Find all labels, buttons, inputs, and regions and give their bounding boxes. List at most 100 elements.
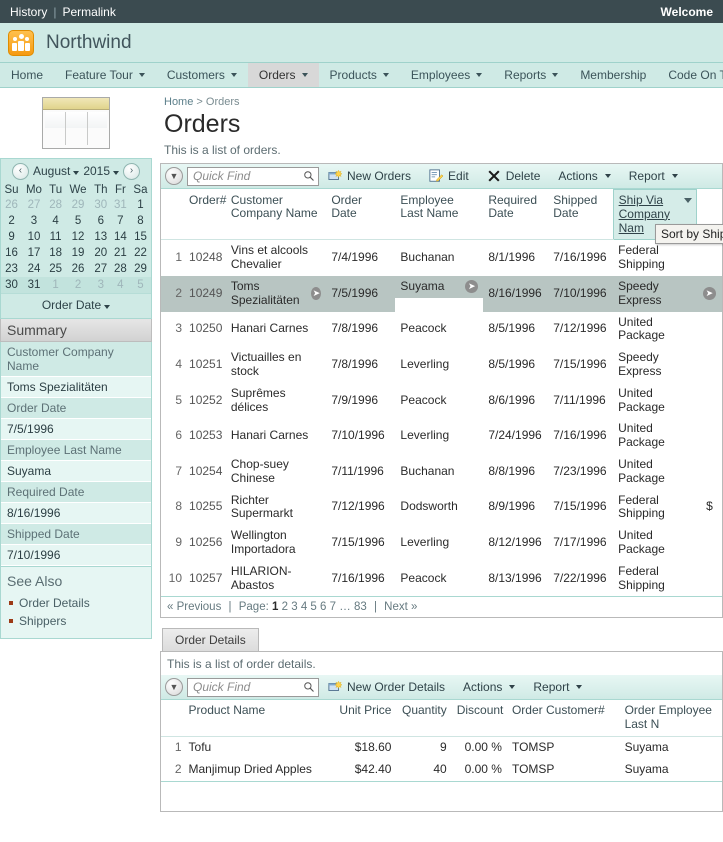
column-header-required-date[interactable]: Required Date <box>483 189 549 241</box>
calendar-day[interactable]: 31 <box>111 197 130 213</box>
table-row[interactable]: 5 10252 Suprêmes délices 7/9/1996 Peacock 8/6… <box>161 383 722 419</box>
calendar-day[interactable]: 5 <box>129 277 151 293</box>
report-menu[interactable]: Report <box>620 164 687 188</box>
nav-item-home[interactable]: Home <box>0 63 54 87</box>
pager-page-link[interactable]: 3 <box>291 601 297 613</box>
new-orders-button[interactable]: New Orders <box>319 164 420 188</box>
calendar-prev-button[interactable]: ‹ <box>11 162 29 180</box>
calendar-day[interactable]: 12 <box>65 229 90 245</box>
column-header-order-date[interactable]: Order Date <box>326 189 396 241</box>
calendar-day[interactable]: 4 <box>46 213 65 229</box>
calendar-day[interactable]: 13 <box>91 229 111 245</box>
column-header-customer-company-name[interactable]: Customer Company Name <box>225 189 327 241</box>
goto-detail-icon[interactable]: ➤ <box>702 287 716 301</box>
calendar-day[interactable]: 29 <box>130 261 151 277</box>
pager-page-link[interactable]: 4 <box>301 601 307 613</box>
calendar-day[interactable]: 18 <box>46 245 65 261</box>
goto-detail-icon[interactable]: ➤ <box>465 280 479 294</box>
chevron-down-icon[interactable] <box>684 198 693 203</box>
calendar-day[interactable]: 14 <box>111 229 130 245</box>
table-row[interactable]: 10 10257 HILARION-Abastos 7/16/1996 Peacock 8… <box>161 561 722 597</box>
calendar-day[interactable]: 9 <box>1 229 22 245</box>
detail-column-header-unit-price[interactable]: Unit Price <box>326 700 397 737</box>
table-row[interactable]: 6 10253 Hanari Carnes 7/10/1996 Leverling 7/2… <box>161 418 722 454</box>
nav-item-customers[interactable]: Customers <box>156 63 248 87</box>
delete-button[interactable]: Delete <box>478 164 550 188</box>
calendar-year-selector[interactable]: 2015 <box>83 164 120 178</box>
goto-detail-icon[interactable]: ➤ <box>311 287 322 301</box>
calendar-day[interactable]: 8 <box>130 213 151 229</box>
detail-actions-menu[interactable]: Actions <box>454 675 524 699</box>
calendar-day[interactable]: 15 <box>130 229 151 245</box>
table-row[interactable]: 9 10256 Wellington Importadora 7/15/1996 Lev… <box>161 525 722 561</box>
pager-page-link[interactable]: 83 <box>354 601 367 613</box>
calendar-day[interactable]: 24 <box>22 261 46 277</box>
calendar-day[interactable]: 20 <box>91 245 111 261</box>
detail-expand-options-button[interactable]: ▼ <box>165 678 183 697</box>
column-header-order[interactable]: Order# <box>184 189 226 241</box>
calendar-day[interactable]: 22 <box>130 245 151 261</box>
calendar-day[interactable]: 21 <box>111 245 130 261</box>
table-row[interactable]: 7 10254 Chop-suey Chinese 7/11/1996 Buchanan… <box>161 454 722 490</box>
date-filter-calendar[interactable]: ‹ August 2015 › Su Mo Tu We Th Fr Sa 26 27 28 29 3… <box>0 158 152 319</box>
calendar-field-selector[interactable]: Order Date <box>1 293 151 318</box>
detail-report-menu[interactable]: Report <box>524 675 591 699</box>
calendar-day[interactable]: 26 <box>65 261 90 277</box>
nav-item-products[interactable]: Products <box>319 63 400 87</box>
new-order-details-button[interactable]: New Order Details <box>319 675 454 699</box>
calendar-day[interactable]: 19 <box>65 245 90 261</box>
table-row[interactable]: 1 10248 Vins et alcools Chevalier 7/4/1996 B… <box>161 240 722 276</box>
calendar-day[interactable]: 17 <box>22 245 46 261</box>
calendar-month-selector[interactable]: August <box>33 164 80 178</box>
calendar-day[interactable]: 30 <box>1 277 23 293</box>
pager-page-link[interactable]: 6 <box>320 601 326 613</box>
table-row[interactable]: 4 10251 Victuailles en stock 7/8/1996 Leverl… <box>161 347 722 383</box>
detail-column-header-order-employee-last-n[interactable]: Order Employee Last N <box>619 700 722 737</box>
calendar-day[interactable]: 7 <box>111 213 130 229</box>
calendar-day[interactable]: 4 <box>110 277 130 293</box>
calendar-day[interactable]: 28 <box>46 197 65 213</box>
calendar-day[interactable]: 23 <box>1 261 22 277</box>
pager-previous[interactable]: « Previous <box>167 601 221 613</box>
see-also-link[interactable]: Shippers <box>7 612 145 630</box>
column-header-employee-last-name[interactable]: Employee Last Name <box>395 189 484 241</box>
pager-page-link[interactable]: 2 <box>282 601 288 613</box>
calendar-day[interactable]: 27 <box>91 261 111 277</box>
calendar-day[interactable]: 26 <box>1 197 22 213</box>
breadcrumb-home[interactable]: Home <box>164 96 193 108</box>
calendar-day[interactable]: 2 <box>1 213 22 229</box>
calendar-day[interactable]: 30 <box>91 197 111 213</box>
calendar-day[interactable]: 1 <box>130 197 151 213</box>
nav-item-orders[interactable]: Orders <box>247 63 319 87</box>
pager-page-link[interactable]: 5 <box>310 601 316 613</box>
calendar-day[interactable]: 27 <box>22 197 46 213</box>
table-row[interactable]: 8 10255 Richter Supermarkt 7/12/1996 Dodswor… <box>161 490 722 526</box>
calendar-day[interactable]: 16 <box>1 245 22 261</box>
detail-column-header-order-customer[interactable]: Order Customer# <box>506 700 620 737</box>
calendar-day[interactable]: 29 <box>65 197 90 213</box>
detail-column-header-discount[interactable]: Discount <box>451 700 507 737</box>
expand-options-button[interactable]: ▼ <box>165 167 183 185</box>
calendar-day[interactable]: 28 <box>111 261 130 277</box>
permalink-link[interactable]: Permalink <box>62 5 115 19</box>
calendar-day[interactable]: 6 <box>91 213 111 229</box>
calendar-day[interactable]: 10 <box>22 229 46 245</box>
table-row[interactable]: 2 10249 Toms Spezialitäten ➤ 7/5/1996 Suyama… <box>161 275 722 312</box>
calendar-day[interactable]: 5 <box>65 213 90 229</box>
calendar-day[interactable]: 3 <box>90 277 111 293</box>
search-input[interactable] <box>187 166 319 186</box>
calendar-day[interactable]: 11 <box>46 229 65 245</box>
detail-search-input[interactable] <box>187 677 319 697</box>
edit-button[interactable]: Edit <box>420 164 478 188</box>
tab-order-details[interactable]: Order Details <box>162 628 259 652</box>
pager-page-link[interactable]: 7 <box>330 601 336 613</box>
detail-column-header-product-name[interactable]: Product Name <box>183 700 327 737</box>
calendar-day[interactable]: 3 <box>22 213 46 229</box>
history-link[interactable]: History <box>10 5 47 19</box>
column-header-shipped-date[interactable]: Shipped Date <box>548 189 614 241</box>
calendar-day[interactable]: 25 <box>46 261 65 277</box>
pager-next[interactable]: Next » <box>384 601 417 613</box>
calendar-next-button[interactable]: › <box>123 162 141 180</box>
calendar-day[interactable]: 2 <box>65 277 91 293</box>
table-row[interactable]: 3 10250 Hanari Carnes 7/8/1996 Peacock 8/5/19… <box>161 312 722 348</box>
